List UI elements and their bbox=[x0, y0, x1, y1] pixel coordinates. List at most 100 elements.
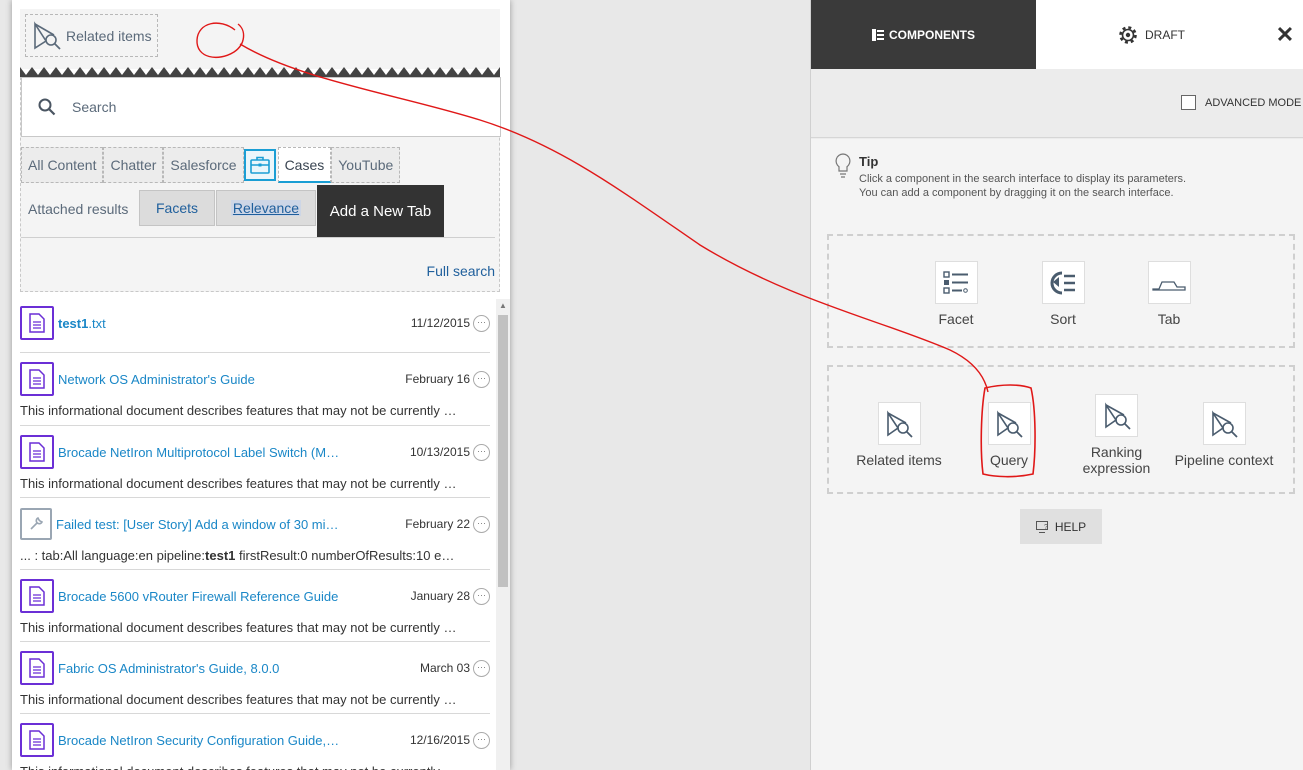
result-more-menu-icon[interactable]: ··· bbox=[473, 731, 490, 749]
search-page-panel: Related items All Content Chatter Salesf… bbox=[12, 0, 510, 770]
search-submit-button[interactable] bbox=[22, 78, 72, 136]
component-label: Facet bbox=[938, 311, 974, 327]
sort-icon bbox=[1041, 261, 1085, 304]
component-label: Tab bbox=[1157, 311, 1181, 327]
component-ranking-expression[interactable]: Ranking expression bbox=[1069, 394, 1164, 476]
components-icon bbox=[871, 28, 884, 41]
search-icon bbox=[38, 98, 56, 116]
result-title-rest: .txt bbox=[88, 315, 106, 331]
tab-draft[interactable]: DRAFT bbox=[1036, 0, 1266, 69]
advanced-mode-checkbox[interactable] bbox=[1181, 95, 1196, 110]
gear-icon bbox=[1119, 25, 1137, 44]
excerpt-text: ... : tab:All language:en pipeline: bbox=[20, 548, 206, 563]
result-item: Brocade NetIron Security Configuration G… bbox=[20, 714, 490, 770]
lightbulb-icon bbox=[835, 153, 851, 178]
result-item: Brocade 5600 vRouter Firewall Reference … bbox=[20, 570, 490, 642]
search-box bbox=[21, 77, 501, 137]
component-query[interactable]: Query bbox=[969, 402, 1049, 468]
pipeline-context-icon bbox=[1202, 402, 1246, 445]
result-excerpt: This informational document describes fe… bbox=[20, 620, 460, 635]
result-list: test1.txt 11/12/2015 ··· Network OS Admi… bbox=[20, 297, 490, 770]
result-title-link[interactable]: test1.txt bbox=[58, 316, 106, 331]
result-title-link[interactable]: Brocade NetIron Security Configuration G… bbox=[58, 733, 342, 748]
help-icon: ? bbox=[1035, 520, 1048, 533]
tab-label: Salesforce bbox=[170, 157, 237, 173]
document-icon bbox=[20, 651, 54, 685]
search-zone: All Content Chatter Salesforce Cases You… bbox=[20, 77, 501, 292]
document-icon bbox=[20, 435, 54, 469]
result-title-link[interactable]: Fabric OS Administrator's Guide, 8.0.0 bbox=[58, 661, 279, 676]
component-facet[interactable]: Facet bbox=[928, 261, 984, 327]
help-button[interactable]: ? HELP bbox=[1020, 509, 1102, 544]
result-date: 11/12/2015 bbox=[410, 316, 470, 330]
result-more-menu-icon[interactable]: ··· bbox=[473, 443, 490, 461]
wrench-document-icon bbox=[20, 508, 52, 540]
result-more-menu-icon[interactable]: ··· bbox=[473, 587, 490, 605]
tab-chatter[interactable]: Chatter bbox=[103, 147, 164, 183]
tab-label: Chatter bbox=[110, 157, 157, 173]
tab-salesforce[interactable]: Salesforce bbox=[163, 147, 244, 183]
search-input[interactable] bbox=[72, 78, 492, 136]
result-more-menu-icon[interactable]: ··· bbox=[473, 314, 490, 332]
tab-components[interactable]: COMPONENTS bbox=[811, 0, 1036, 69]
related-items-button[interactable]: Related items bbox=[25, 14, 158, 57]
result-more-menu-icon[interactable]: ··· bbox=[473, 370, 490, 388]
tab-youtube[interactable]: YouTube bbox=[331, 147, 401, 183]
tab-label: YouTube bbox=[338, 157, 394, 173]
add-new-tab-button[interactable]: Add a New Tab bbox=[317, 185, 444, 237]
result-title-link[interactable]: Brocade 5600 vRouter Firewall Reference … bbox=[58, 589, 338, 604]
component-label: Related items bbox=[856, 452, 942, 468]
result-title-highlight: test1 bbox=[58, 315, 89, 331]
advanced-mode-label[interactable]: ADVANCED MODE bbox=[1205, 97, 1301, 109]
result-controls-row: Attached results Facets Relevance Add a … bbox=[21, 185, 501, 237]
result-item: test1.txt 11/12/2015 ··· bbox=[20, 297, 490, 353]
tab-cases[interactable]: Cases bbox=[277, 147, 332, 183]
result-date: 10/13/2015 bbox=[409, 445, 470, 459]
tab-all-content[interactable]: All Content bbox=[21, 147, 104, 183]
scroll-up-arrow-icon[interactable]: ▲ bbox=[496, 299, 510, 313]
result-more-menu-icon[interactable]: ··· bbox=[473, 659, 490, 677]
component-tab[interactable]: Tab bbox=[1141, 261, 1197, 327]
attached-results-label[interactable]: Attached results bbox=[28, 201, 128, 217]
close-icon[interactable]: ✕ bbox=[1266, 0, 1303, 69]
excerpt-highlight: test1 bbox=[205, 548, 236, 563]
tab-draft-label: DRAFT bbox=[1145, 27, 1185, 42]
ranking-expression-icon bbox=[1095, 394, 1138, 437]
scrollbar-thumb[interactable] bbox=[498, 315, 508, 587]
facets-button[interactable]: Facets bbox=[139, 190, 215, 226]
result-date: February 22 bbox=[405, 517, 470, 531]
result-title-link[interactable]: Failed test: [User Story] Add a window o… bbox=[56, 517, 340, 532]
result-excerpt: ... : tab:All language:en pipeline:test1… bbox=[20, 542, 460, 571]
component-label: Pipeline context bbox=[1174, 452, 1274, 468]
tab-bar: All Content Chatter Salesforce Cases You… bbox=[21, 147, 401, 183]
component-label: expression bbox=[1082, 460, 1151, 476]
result-date: January 28 bbox=[410, 589, 470, 603]
result-excerpt: This informational document describes fe… bbox=[20, 476, 460, 491]
related-items-icon bbox=[877, 402, 921, 445]
torn-edge-divider bbox=[20, 67, 500, 77]
component-pipeline-context[interactable]: Pipeline context bbox=[1169, 402, 1279, 468]
document-icon bbox=[20, 579, 54, 613]
result-title-link[interactable]: Brocade NetIron Multiprotocol Label Swit… bbox=[58, 445, 342, 460]
header-zone: Related items bbox=[20, 9, 500, 69]
divider bbox=[21, 237, 495, 238]
help-label: HELP bbox=[1054, 519, 1087, 534]
excerpt-text: firstResult:0 numberOfResults:10 excerpt… bbox=[239, 548, 460, 563]
result-list-scrollbar[interactable]: ▲ bbox=[496, 299, 510, 770]
relevance-sort-button[interactable]: Relevance bbox=[216, 190, 316, 226]
briefcase-icon[interactable] bbox=[243, 149, 276, 181]
tab-label: Cases bbox=[284, 156, 325, 173]
result-title-link[interactable]: Network OS Administrator's Guide bbox=[58, 372, 255, 387]
interface-editor-panel: COMPONENTS DRAFT ✕ ADVANCED MODE Tip Cli… bbox=[810, 0, 1303, 770]
result-excerpt: This informational document describes fe… bbox=[20, 692, 460, 707]
full-search-link[interactable]: Full search bbox=[427, 263, 495, 279]
document-icon bbox=[20, 723, 54, 757]
query-icon bbox=[987, 402, 1031, 445]
result-excerpt: This informational document describes fe… bbox=[20, 403, 460, 418]
result-more-menu-icon[interactable]: ··· bbox=[473, 515, 490, 533]
facets-label: Facets bbox=[155, 200, 198, 216]
component-related-items[interactable]: Related items bbox=[849, 402, 949, 468]
component-sort[interactable]: Sort bbox=[1035, 261, 1091, 327]
result-excerpt: This informational document describes fe… bbox=[20, 758, 460, 770]
component-group-advanced: Related items Query Ranking expression P… bbox=[827, 365, 1295, 494]
